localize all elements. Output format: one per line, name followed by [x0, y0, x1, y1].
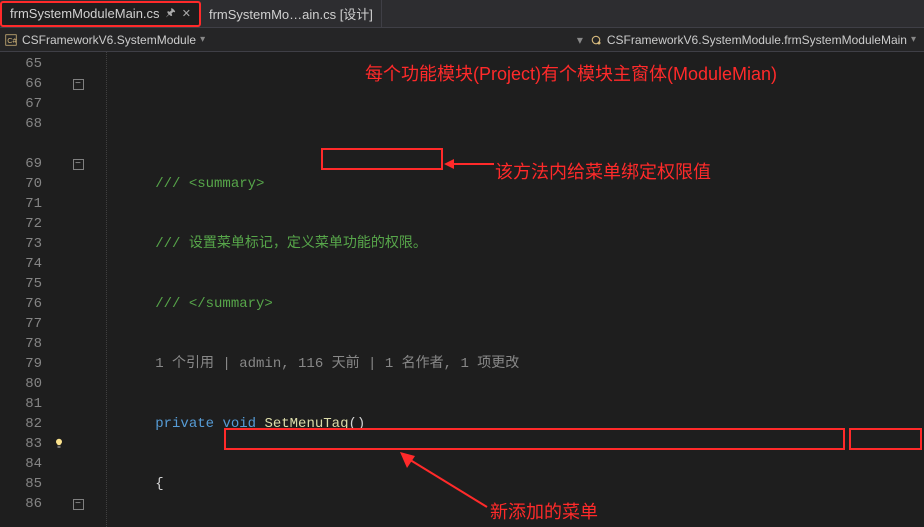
breadcrumb-class[interactable]: CSFrameworkV6.SystemModule.frmSystemModu…	[607, 33, 907, 47]
chevron-down-icon[interactable]: ▾	[200, 34, 205, 45]
close-icon[interactable]: ✕	[182, 7, 191, 20]
tab-label: frmSystemMo…ain.cs [设计]	[209, 4, 373, 23]
document-tab-bar: frmSystemModuleMain.cs 🖈 ✕ frmSystemMo…a…	[0, 0, 924, 28]
pin-icon[interactable]: 🖈	[166, 4, 176, 23]
navigation-bar: C# CSFrameworkV6.SystemModule ▾ ▾ CSFram…	[0, 28, 924, 52]
tab-designer-file[interactable]: frmSystemMo…ain.cs [设计]	[201, 0, 382, 27]
fold-toggle[interactable]: −	[73, 79, 84, 90]
glyph-margin	[50, 52, 68, 527]
breadcrumb-namespace[interactable]: CSFrameworkV6.SystemModule	[22, 33, 196, 47]
fold-toggle[interactable]: −	[73, 499, 84, 510]
dropdown-arrow-left[interactable]: ▾	[577, 33, 583, 47]
chevron-down-icon[interactable]: ▾	[911, 34, 916, 45]
fold-toggle[interactable]: −	[73, 159, 84, 170]
class-icon	[589, 33, 603, 47]
tab-active-file[interactable]: frmSystemModuleMain.cs 🖈 ✕	[0, 1, 201, 27]
lightbulb-icon[interactable]	[50, 434, 68, 454]
csharp-file-icon: C#	[4, 33, 18, 47]
code-surface[interactable]: /// <summary> /// 设置菜单标记，定义菜单功能的权限。 /// …	[88, 52, 924, 527]
line-number-gutter: 6566676869707172737475767778798081828384…	[0, 52, 50, 527]
codelens-info[interactable]: 1 个引用 | admin, 116 天前 | 1 名作者, 1 项更改	[155, 356, 519, 372]
code-editor[interactable]: 6566676869707172737475767778798081828384…	[0, 52, 924, 527]
svg-text:C#: C#	[7, 36, 17, 45]
tab-label: frmSystemModuleMain.cs	[10, 6, 160, 21]
fold-margin: − − −	[68, 52, 88, 527]
